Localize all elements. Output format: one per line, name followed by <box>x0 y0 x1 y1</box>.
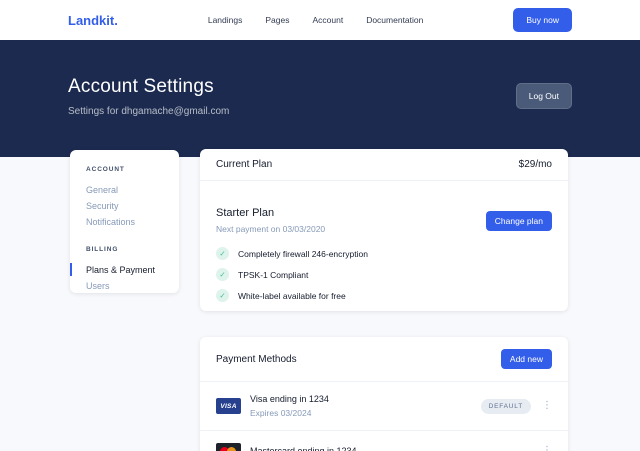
sidebar-item-plans-payment[interactable]: Plans & Payment <box>86 262 171 278</box>
log-out-button[interactable]: Log Out <box>516 83 572 109</box>
feature-item: ✓ Completely firewall 246-encryption <box>216 247 552 260</box>
payment-methods-card: Payment Methods Add new VISA Visa ending… <box>200 337 568 451</box>
payment-methods-header: Payment Methods Add new <box>200 337 568 382</box>
mastercard-logo <box>216 443 241 451</box>
plan-name: Starter Plan <box>216 207 325 219</box>
nav-links: Landings Pages Account Documentation <box>208 15 424 25</box>
check-icon: ✓ <box>216 247 229 260</box>
card-info: Visa ending in 1234 Expires 03/2024 <box>250 394 329 418</box>
plan-features: ✓ Completely firewall 246-encryption ✓ T… <box>216 247 552 302</box>
nav-item-pages[interactable]: Pages <box>265 15 289 25</box>
nav-item-documentation[interactable]: Documentation <box>366 15 423 25</box>
visa-logo: VISA <box>216 398 241 414</box>
settings-sidebar: Account General Security Notifications B… <box>70 150 179 293</box>
top-navbar: Landkit. Landings Pages Account Document… <box>0 0 640 40</box>
feature-item: ✓ White-label available for free <box>216 289 552 302</box>
nav-item-account[interactable]: Account <box>312 15 343 25</box>
change-plan-button[interactable]: Change plan <box>486 211 552 231</box>
next-payment-date: Next payment on 03/03/2020 <box>216 224 325 234</box>
mastercard-orange-circle <box>227 447 236 451</box>
card-title: Visa ending in 1234 <box>250 394 329 404</box>
feature-item: ✓ TPSK-1 Compliant <box>216 268 552 281</box>
feature-label: TPSK-1 Compliant <box>238 270 308 280</box>
sidebar-item-general[interactable]: General <box>86 182 171 198</box>
kebab-menu-icon[interactable]: ⋮ <box>542 401 552 411</box>
sidebar-heading-account: Account <box>86 166 171 173</box>
feature-label: Completely firewall 246-encryption <box>238 249 368 259</box>
active-indicator-bar <box>70 263 72 276</box>
current-plan-card: Current Plan $29/mo Starter Plan Next pa… <box>200 149 568 311</box>
current-plan-title: Current Plan <box>216 159 272 170</box>
payment-method-row-mastercard: Mastercard ending in 1234 ⋮ <box>200 430 568 451</box>
nav-item-landings[interactable]: Landings <box>208 15 243 25</box>
page-title: Account Settings <box>68 76 572 98</box>
kebab-menu-icon[interactable]: ⋮ <box>542 446 552 451</box>
sidebar-item-label: Plans & Payment <box>86 265 155 275</box>
payment-methods-title: Payment Methods <box>216 354 297 365</box>
sidebar-item-notifications[interactable]: Notifications <box>86 214 171 230</box>
default-badge: DEFAULT <box>481 399 531 414</box>
sidebar-item-security[interactable]: Security <box>86 198 171 214</box>
card-info: Mastercard ending in 1234 <box>250 446 357 451</box>
payment-method-row-visa: VISA Visa ending in 1234 Expires 03/2024… <box>200 382 568 430</box>
check-icon: ✓ <box>216 268 229 281</box>
card-expiry: Expires 03/2024 <box>250 408 329 418</box>
sidebar-heading-billing: Billing <box>86 246 171 253</box>
plan-info: Starter Plan Next payment on 03/03/2020 <box>216 207 325 234</box>
page-subtitle: Settings for dhgamache@gmail.com <box>68 106 572 117</box>
buy-now-button[interactable]: Buy now <box>513 8 572 32</box>
card-title: Mastercard ending in 1234 <box>250 446 357 451</box>
add-new-button[interactable]: Add new <box>501 349 552 369</box>
current-plan-header: Current Plan $29/mo <box>200 149 568 181</box>
page-header: Account Settings Settings for dhgamache@… <box>0 40 640 157</box>
check-icon: ✓ <box>216 289 229 302</box>
sidebar-item-users[interactable]: Users <box>86 278 171 294</box>
plan-price: $29/mo <box>519 159 552 170</box>
landkit-logo[interactable]: Landkit. <box>68 13 118 28</box>
feature-label: White-label available for free <box>238 291 346 301</box>
